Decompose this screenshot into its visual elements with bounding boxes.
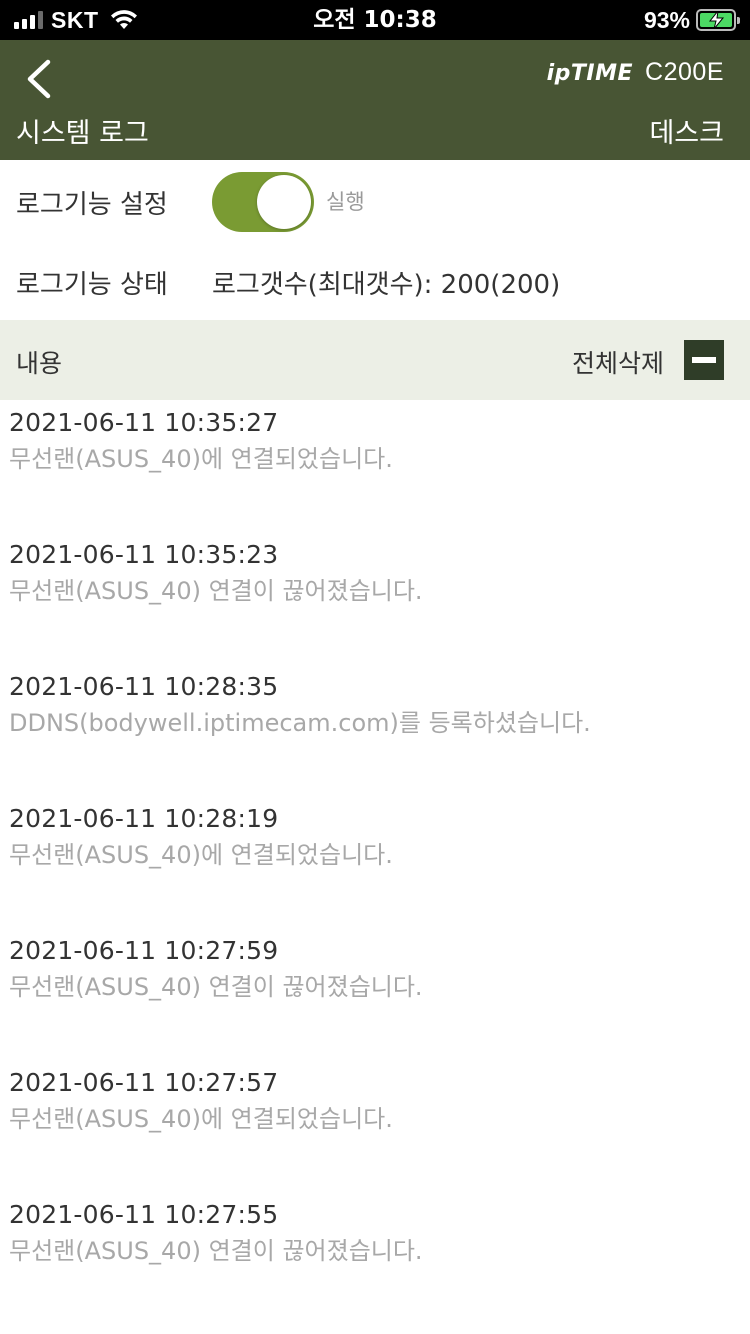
log-entry: 2021-06-11 10:28:35 DDNS(bodywell.iptime… [0,664,750,796]
log-timestamp: 2021-06-11 10:28:35 [9,672,279,701]
log-timestamp: 2021-06-11 10:28:19 [9,804,279,833]
delete-all-label[interactable]: 전체삭제 [572,344,664,380]
app-header: ipTIME C200E 시스템 로그 데스크 [0,40,750,160]
log-entry: 2021-06-11 10:28:19 무선랜(ASUS_40)에 연결되었습니… [0,796,750,928]
battery-percent: 93% [643,6,690,33]
device-name: 데스크 [649,118,724,149]
log-timestamp: 2021-06-11 10:27:57 [9,1068,279,1097]
log-timestamp: 2021-06-11 10:35:27 [9,408,279,437]
log-entry: 2021-06-11 10:35:27 무선랜(ASUS_40)에 연결되었습니… [0,400,750,532]
status-bar-right: 93% [643,6,740,34]
chevron-left-icon [27,59,51,99]
log-setting-row: 로그기능 설정 실행 [0,160,750,240]
delete-all-button[interactable] [684,340,724,380]
log-message: DDNS(bodywell.iptimecam.com)를 등록하셨습니다. [9,709,591,737]
log-message: 무선랜(ASUS_40) 연결이 끊어졌습니다. [9,577,423,605]
log-timestamp: 2021-06-11 10:27:59 [9,936,279,965]
brand-area: ipTIME C200E [547,58,724,87]
log-setting-label: 로그기능 설정 [16,190,168,220]
brand-logo: ipTIME [546,61,634,86]
log-message: 무선랜(ASUS_40)에 연결되었습니다. [9,841,393,869]
log-enable-toggle[interactable] [212,172,314,232]
page-title: 시스템 로그 [16,118,149,149]
back-button[interactable] [16,54,60,104]
log-status-label: 로그기능 상태 [16,270,168,300]
log-timestamp: 2021-06-11 10:27:55 [9,1200,279,1229]
log-message: 무선랜(ASUS_40)에 연결되었습니다. [9,1105,393,1133]
log-message: 무선랜(ASUS_40) 연결이 끊어졌습니다. [9,973,423,1001]
log-entry: 2021-06-11 10:27:59 무선랜(ASUS_40) 연결이 끊어졌… [0,928,750,1060]
log-status-row: 로그기능 상태 로그갯수(최대갯수): 200(200) [0,240,750,320]
log-status-value: 로그갯수(최대갯수): 200(200) [212,270,561,300]
log-list-header: 내용 전체삭제 [0,320,750,400]
toggle-state-label: 실행 [326,190,365,214]
log-message: 무선랜(ASUS_40)에 연결되었습니다. [9,445,393,473]
content-column-title: 내용 [16,349,63,378]
log-timestamp: 2021-06-11 10:35:23 [9,540,279,569]
log-message: 무선랜(ASUS_40) 연결이 끊어졌습니다. [9,1237,423,1265]
log-entry: 2021-06-11 10:27:55 무선랜(ASUS_40) 연결이 끊어졌… [0,1192,750,1324]
battery-charging-icon [696,9,740,31]
log-entry: 2021-06-11 10:35:23 무선랜(ASUS_40) 연결이 끊어졌… [0,532,750,664]
minus-icon [692,357,716,363]
status-bar-time: 오전 10:38 [313,7,437,33]
device-model: C200E [645,58,724,86]
status-bar: SKT 오전 10:38 93% [0,0,750,40]
toggle-knob [257,175,311,229]
log-list: 2021-06-11 10:35:27 무선랜(ASUS_40)에 연결되었습니… [0,400,750,1324]
log-entry: 2021-06-11 10:27:57 무선랜(ASUS_40)에 연결되었습니… [0,1060,750,1192]
